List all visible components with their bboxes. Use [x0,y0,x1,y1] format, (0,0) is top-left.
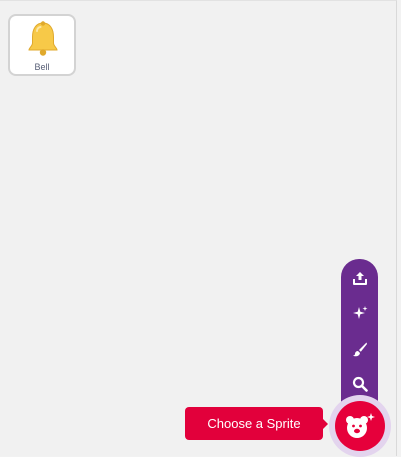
cat-face-plus-icon [346,413,375,438]
bell-icon [28,21,58,56]
tooltip-arrow [322,418,328,430]
paintbrush-icon [352,342,367,357]
paint-sprite-button[interactable] [341,334,378,364]
surprise-sprite-button[interactable] [341,298,378,328]
sprite-menu [341,259,378,407]
upload-icon [352,272,367,285]
search-icon [352,376,368,392]
sprite-tile-bell[interactable]: Bell [8,14,76,76]
choose-sprite-button[interactable] [335,401,385,451]
choose-sprite-tooltip: Choose a Sprite [185,407,323,440]
upload-sprite-button[interactable] [341,263,378,293]
sparkle-icon [352,306,367,319]
sprite-pane: Bell Choose a Sprite [0,0,397,457]
sprite-name: Bell [34,62,50,72]
